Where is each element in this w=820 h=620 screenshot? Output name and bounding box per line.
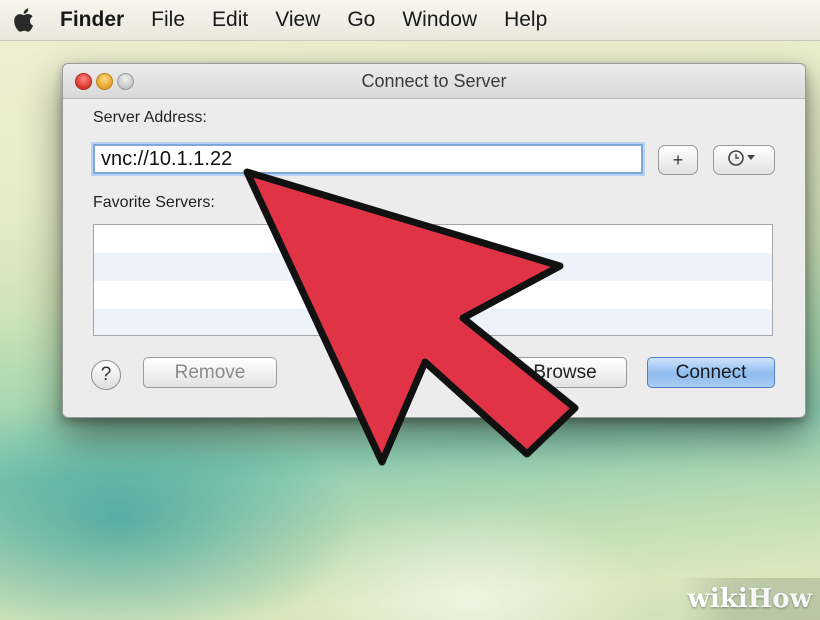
browse-button-label: Browse — [533, 361, 597, 383]
apple-logo-icon[interactable] — [10, 5, 38, 35]
remove-button-label: Remove — [174, 361, 246, 383]
watermark-part-how: How — [747, 584, 812, 614]
dialog-title: Connect to Server — [361, 71, 507, 91]
watermark-part-wiki: wiki — [687, 584, 748, 614]
menu-help[interactable]: Help — [504, 8, 547, 32]
list-item[interactable] — [94, 309, 772, 335]
plus-label: + — [672, 149, 684, 170]
list-item[interactable] — [94, 225, 772, 253]
browse-button[interactable]: Browse — [503, 357, 627, 388]
menu-window[interactable]: Window — [402, 8, 477, 32]
server-address-input[interactable] — [93, 144, 643, 174]
dialog-titlebar[interactable]: Connect to Server — [63, 64, 805, 99]
help-question-label: ? — [100, 364, 112, 385]
connect-button-label: Connect — [675, 361, 747, 383]
favorite-servers-label: Favorite Servers: — [93, 194, 215, 211]
menu-file[interactable]: File — [151, 8, 185, 32]
add-favorite-button[interactable]: + — [658, 145, 698, 175]
recent-servers-button[interactable] — [713, 145, 775, 175]
remove-button[interactable]: Remove — [143, 357, 277, 388]
wikihow-watermark: wiki How — [678, 578, 820, 620]
menu-view[interactable]: View — [275, 8, 320, 32]
help-button[interactable]: ? — [91, 360, 121, 390]
list-item[interactable] — [94, 253, 772, 281]
list-item[interactable] — [94, 281, 772, 309]
menu-edit[interactable]: Edit — [212, 8, 248, 32]
menu-finder[interactable]: Finder — [60, 8, 124, 32]
menu-bar: Finder File Edit View Go Window Help — [0, 0, 820, 41]
connect-to-server-dialog: Connect to Server Server Address: + Favo… — [62, 63, 806, 418]
menu-go[interactable]: Go — [347, 8, 375, 32]
clock-icon — [727, 149, 761, 172]
connect-button[interactable]: Connect — [647, 357, 775, 388]
server-address-label: Server Address: — [93, 109, 207, 126]
favorite-servers-list[interactable] — [93, 224, 773, 336]
